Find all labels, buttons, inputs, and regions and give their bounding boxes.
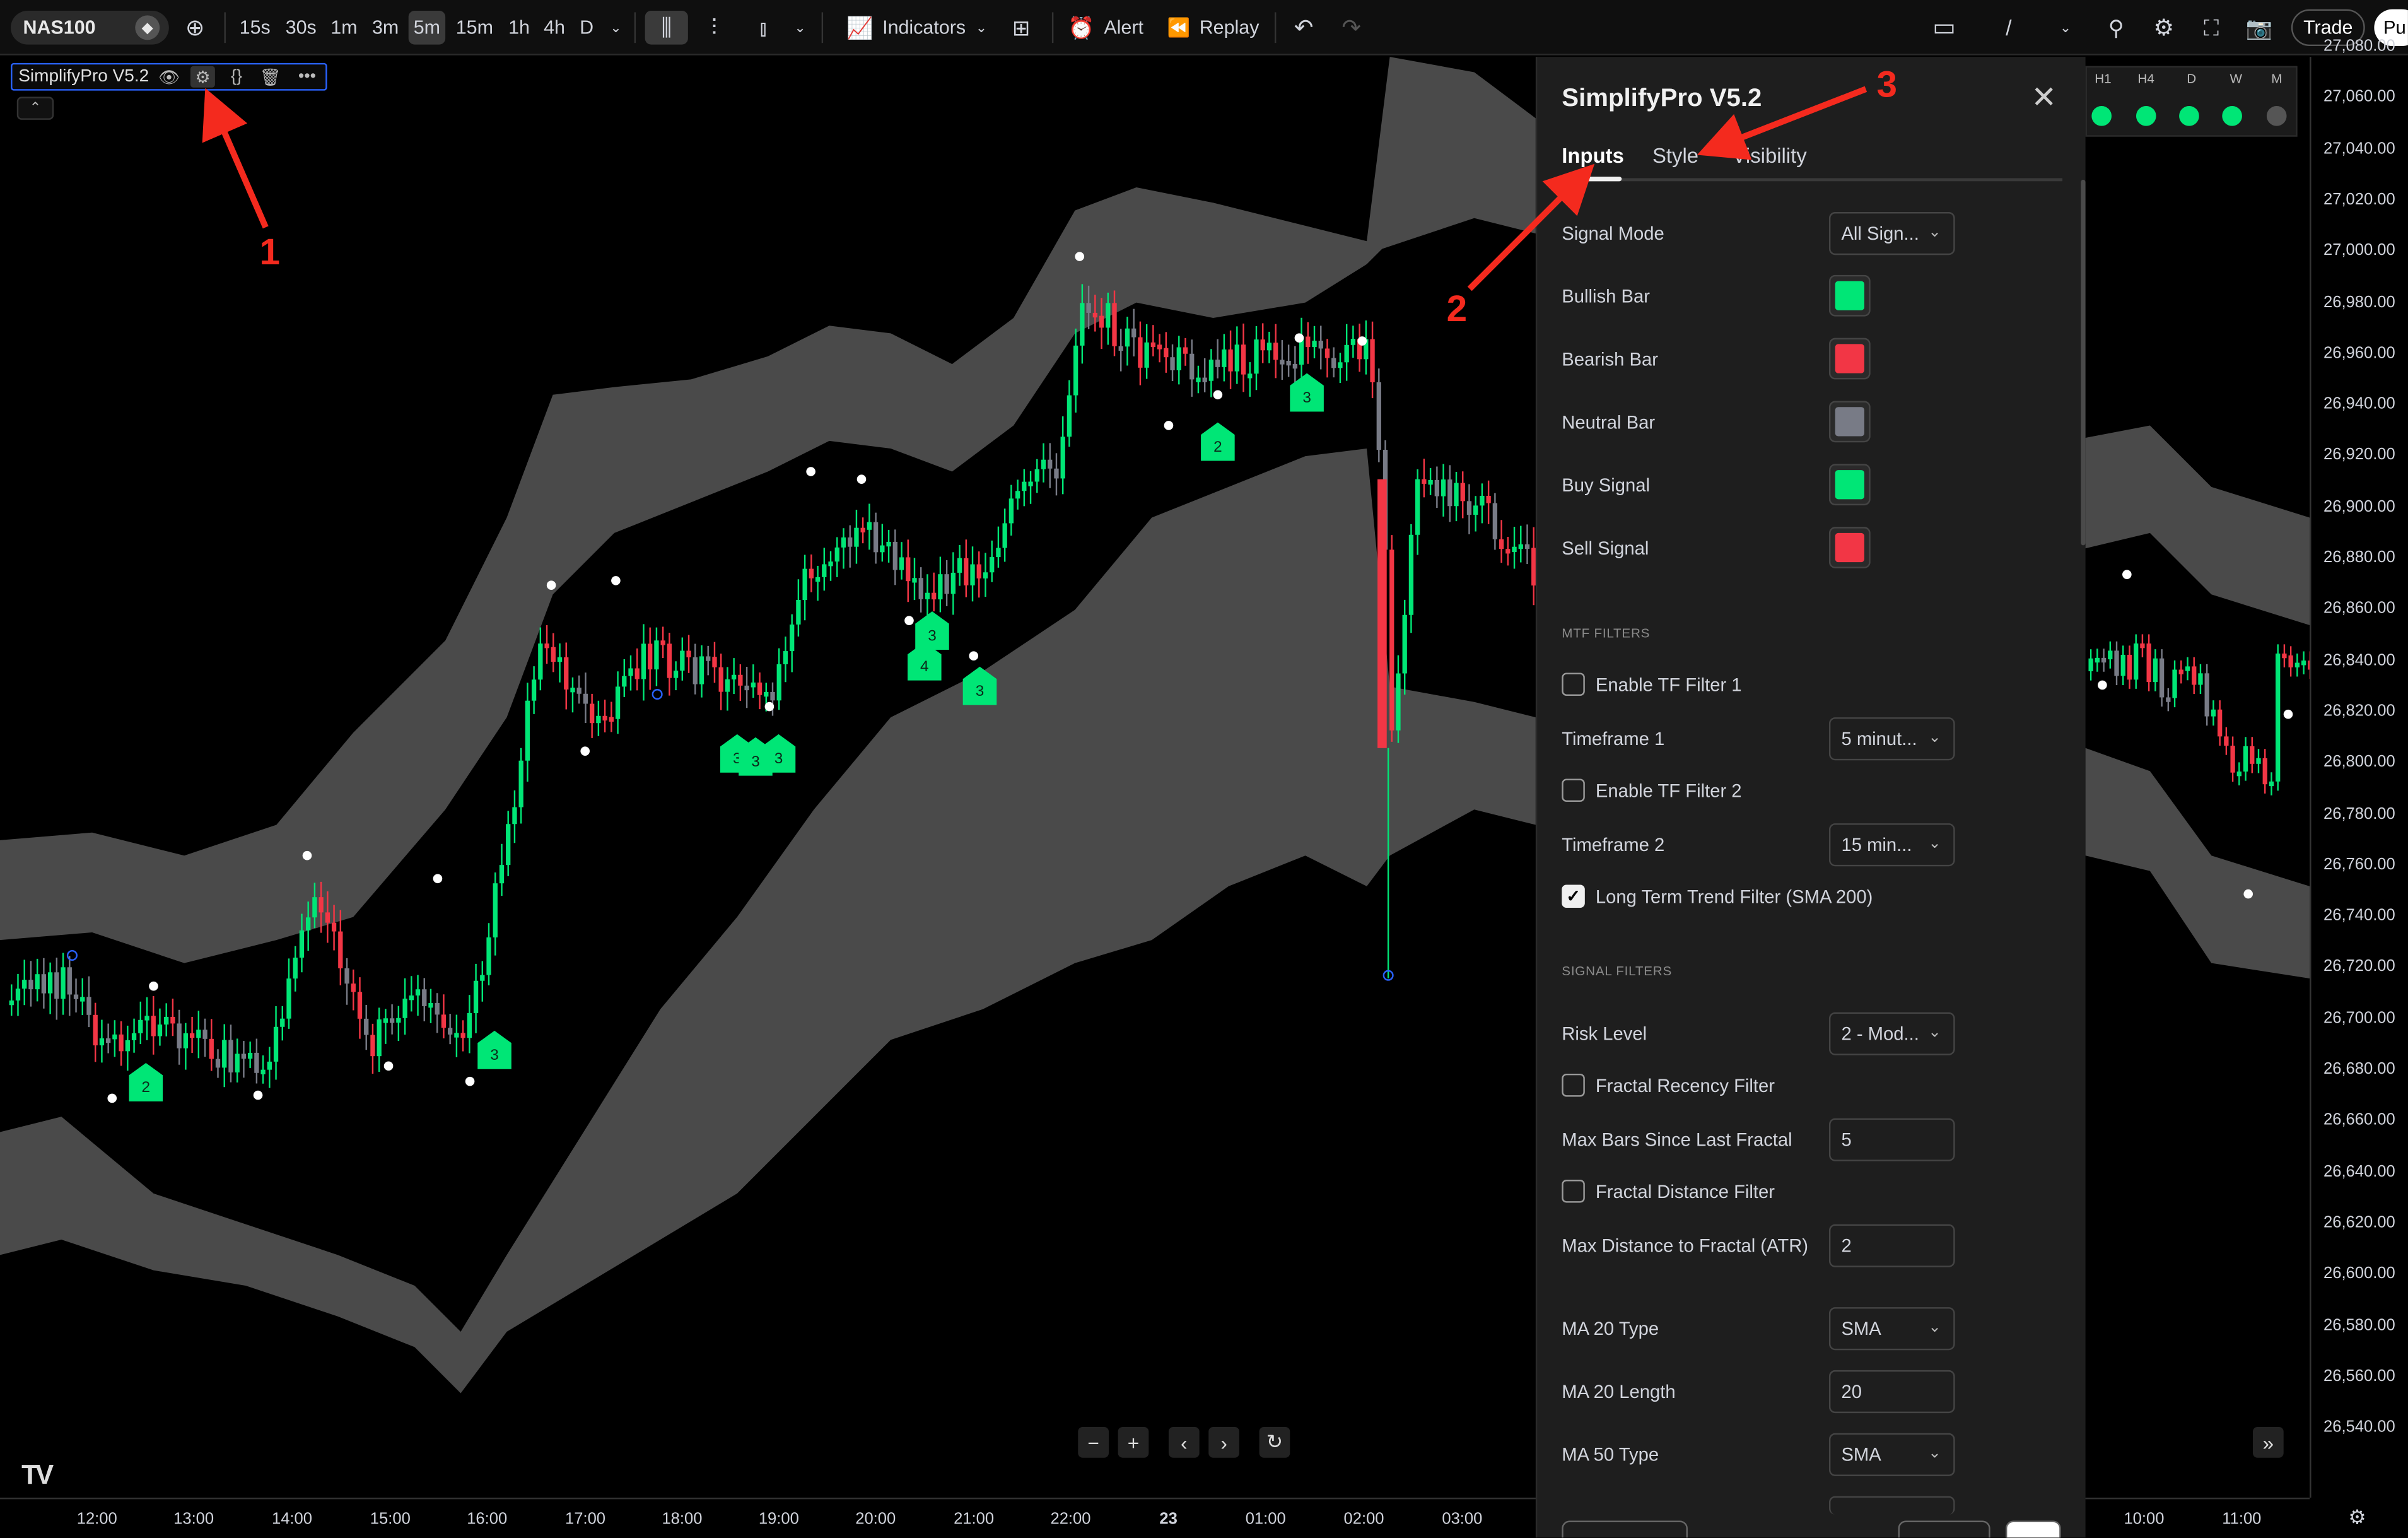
annotation-arrow-3 xyxy=(1697,86,1867,160)
annotation-number-3: 3 xyxy=(1876,64,1897,107)
annotation-overlay xyxy=(202,86,1867,291)
annotation-arrow-2 xyxy=(1467,163,1595,291)
annotation-number-2: 2 xyxy=(1446,288,1468,331)
annotation-number-1: 1 xyxy=(259,232,281,274)
annotation-arrow-1 xyxy=(202,88,269,229)
